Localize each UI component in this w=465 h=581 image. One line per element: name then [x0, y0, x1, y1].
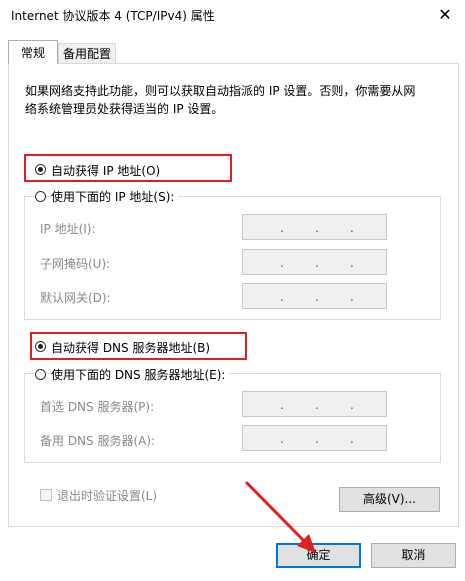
tab-general[interactable]: 常规 — [8, 40, 58, 64]
annotation-arrow-icon — [245, 481, 316, 553]
